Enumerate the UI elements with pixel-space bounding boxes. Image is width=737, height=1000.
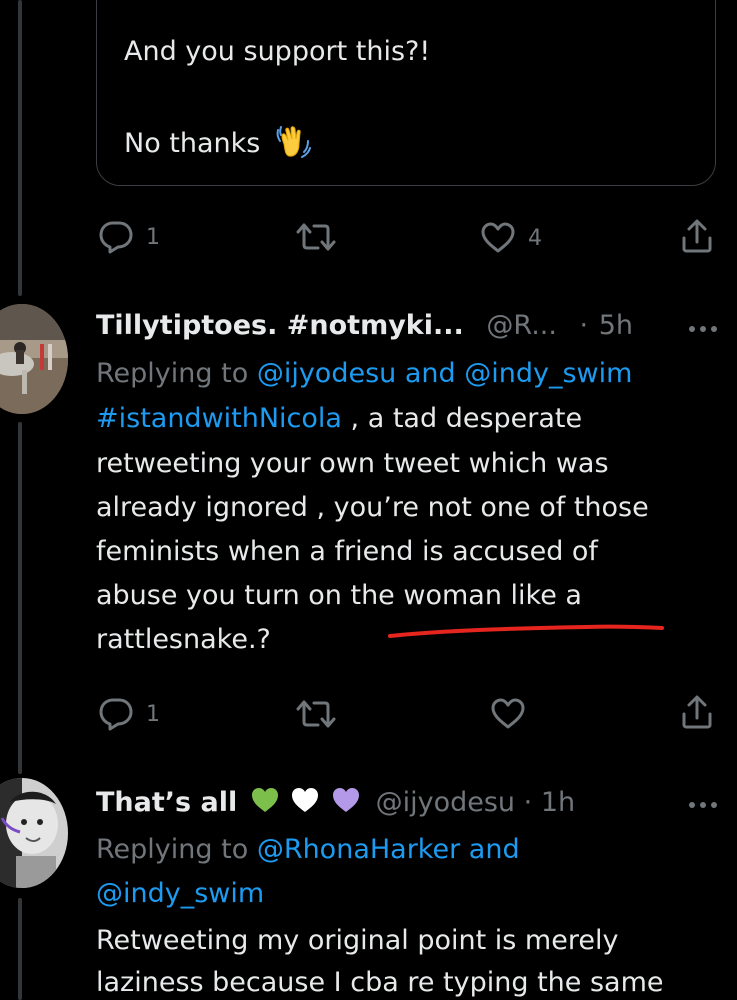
retweet-icon — [296, 223, 336, 251]
share-button[interactable] — [680, 694, 714, 730]
separator-dot: · — [579, 310, 589, 341]
quoted-tweet-line-2: No thanks — [124, 122, 311, 167]
tweet-text-line: abuse you turn on the woman like a — [96, 580, 582, 611]
reply-button[interactable]: 1 — [98, 697, 160, 731]
reply-icon — [99, 698, 133, 731]
user-handle[interactable]: @ijyodesu — [376, 787, 515, 818]
retweet-icon — [296, 700, 336, 728]
like-count: 4 — [528, 225, 542, 251]
replying-to: Replying to @RhonaHarker and — [96, 834, 520, 865]
green-heart-icon — [251, 788, 278, 812]
tweet-text-line: Retweeting my original point is merely — [96, 925, 619, 956]
tweet-header: That’s all @ijyodesu · 1h — [96, 786, 575, 818]
avatar[interactable] — [0, 778, 68, 888]
display-name[interactable]: Tillytiptoes. #notmyki... — [96, 310, 464, 341]
like-button[interactable]: 4 — [480, 222, 542, 254]
white-heart-icon — [292, 788, 319, 812]
share-button[interactable] — [680, 218, 714, 254]
avatar[interactable] — [0, 304, 68, 414]
reply-button[interactable]: 1 — [98, 220, 160, 254]
tweet-text-line: laziness because I cba re typing the sam… — [96, 967, 664, 998]
share-icon — [682, 219, 712, 253]
tweet-text-line: feminists when a friend is accused of — [96, 536, 598, 567]
user-handle[interactable]: @R... — [486, 310, 557, 341]
timestamp[interactable]: 1h — [541, 787, 575, 818]
separator-dot: · — [523, 787, 533, 818]
mention-link[interactable]: @indy_swim — [464, 358, 632, 389]
tweet-text-line: retweeting your own tweet which was — [96, 448, 609, 479]
tweet-header: Tillytiptoes. #notmyki... @R... · 5h — [96, 310, 633, 341]
retweet-button[interactable] — [296, 698, 336, 730]
mention-link[interactable]: @RhonaHarker — [257, 834, 460, 865]
retweet-button[interactable] — [296, 221, 336, 253]
thread-line-middle — [18, 422, 22, 774]
replying-to: Replying to @ijyodesu and @indy_swim — [96, 358, 632, 389]
waving-hand-icon — [275, 122, 311, 167]
purple-heart-icon — [333, 788, 360, 812]
reply-count: 1 — [146, 701, 160, 727]
share-icon — [682, 695, 712, 729]
heart-icon — [491, 698, 525, 729]
tweet-text-line: #istandwithNicola , a tad desperate — [96, 403, 582, 434]
tweet-text-line: rattlesnake.? — [96, 624, 271, 655]
more-options-icon[interactable] — [689, 802, 717, 808]
tweet-text-line: already ignored , you’re not one of thos… — [96, 492, 649, 523]
quoted-tweet-line-1: And you support this?! — [124, 36, 431, 67]
reply-count: 1 — [146, 224, 160, 250]
heart-icon — [481, 222, 515, 253]
mention-link[interactable]: @ijyodesu — [257, 358, 396, 389]
thread-line-top — [18, 0, 22, 296]
like-button[interactable] — [490, 698, 526, 730]
replying-to-continued: @indy_swim — [96, 878, 264, 909]
display-name[interactable]: That’s all — [96, 787, 237, 818]
red-underline-annotation — [388, 624, 664, 638]
mention-link[interactable]: @indy_swim — [96, 878, 264, 909]
timestamp[interactable]: 5h — [599, 310, 633, 341]
replying-label: Replying to — [96, 358, 249, 389]
quoted-tweet-line-2-text: No thanks — [124, 128, 261, 159]
reply-icon — [99, 221, 133, 254]
hearts-emojis — [250, 787, 372, 818]
and-label: and — [404, 358, 456, 389]
thread-line-bottom — [18, 898, 22, 1000]
more-options-icon[interactable] — [689, 326, 717, 332]
and-label: and — [468, 834, 520, 865]
hashtag-link[interactable]: #istandwithNicola — [96, 403, 342, 434]
replying-label: Replying to — [96, 834, 249, 865]
tweet-text: , a tad desperate — [341, 403, 583, 434]
